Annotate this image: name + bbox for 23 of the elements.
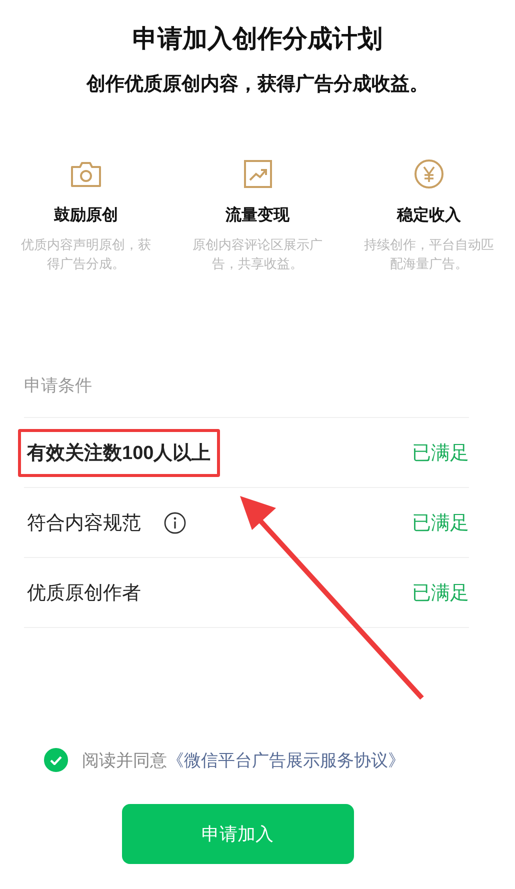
feature-title: 鼓励原创 bbox=[54, 206, 118, 226]
feature-description: 原创内容评论区展示广告，共享收益。 bbox=[192, 236, 324, 273]
feature-title: 流量变现 bbox=[226, 205, 290, 226]
trend-chart-icon bbox=[244, 159, 272, 189]
condition-status: 已满足 bbox=[412, 442, 469, 466]
page-subtitle: 创作优质原创内容，获得广告分成收益。 bbox=[85, 72, 430, 97]
condition-label: 符合内容规范 bbox=[26, 512, 142, 536]
page-title: 申请加入创作分成计划 bbox=[132, 24, 384, 55]
feature-description: 持续创作，平台自动匹配海量广告。 bbox=[363, 236, 495, 273]
section-heading: 申请条件 bbox=[23, 375, 93, 397]
agreement-link[interactable]: 《微信平台广告展示服务协议》 bbox=[167, 748, 405, 772]
yen-coin-icon bbox=[414, 159, 444, 189]
condition-status: 已满足 bbox=[412, 512, 469, 536]
feature-title: 稳定收入 bbox=[397, 205, 461, 226]
condition-label: 优质原创作者 bbox=[26, 582, 142, 606]
feature-description: 优质内容声明原创，获得广告分成。 bbox=[20, 236, 152, 273]
info-icon[interactable] bbox=[164, 512, 186, 534]
camera-icon bbox=[70, 159, 102, 189]
agree-checkbox[interactable] bbox=[44, 748, 68, 772]
condition-status: 已满足 bbox=[412, 582, 469, 606]
condition-label: 有效关注数100人以上 bbox=[18, 428, 220, 476]
agreement-text: 阅读并同意 bbox=[82, 750, 167, 772]
check-icon bbox=[50, 756, 62, 764]
